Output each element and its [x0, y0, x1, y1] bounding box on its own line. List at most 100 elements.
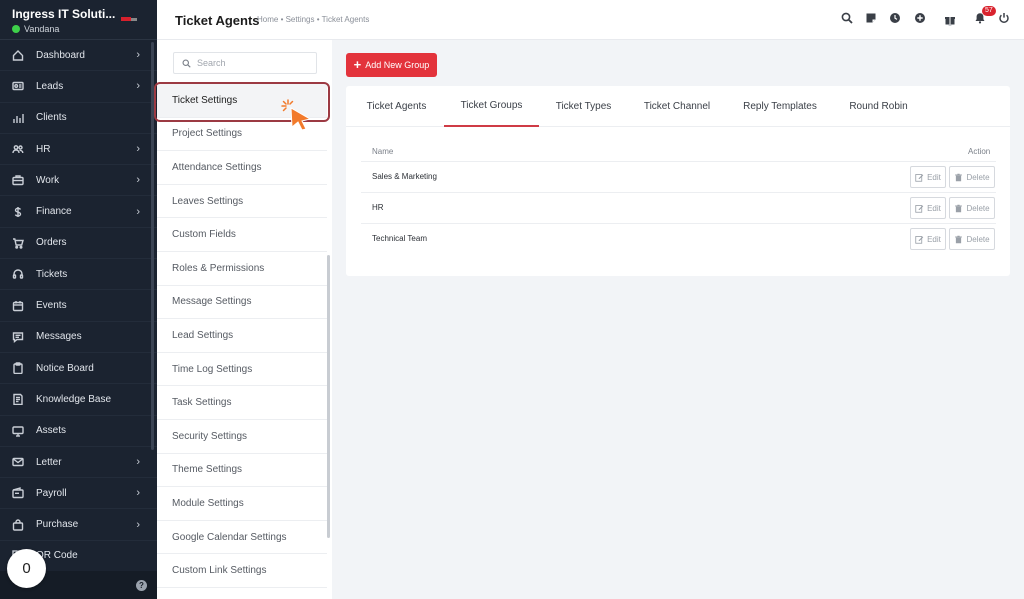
sidebar-item-hr[interactable]: HR ›	[0, 134, 157, 166]
user-name: Vandana	[24, 24, 60, 34]
edit-icon	[915, 204, 924, 213]
tab-ticket-channel[interactable]: Ticket Channel	[635, 86, 719, 127]
sidebar-item-payroll[interactable]: Payroll ›	[0, 478, 157, 510]
sidebar-item-label: Finance	[36, 206, 72, 218]
tab-round-robin[interactable]: Round Robin	[843, 86, 914, 127]
chevron-right-icon: ›	[136, 49, 140, 62]
help-icon[interactable]: ?	[136, 580, 147, 591]
chevron-right-icon: ›	[136, 456, 140, 468]
ticket-groups-card: Ticket Agents Ticket Groups Ticket Types…	[346, 86, 1010, 276]
delete-button[interactable]: Delete	[949, 166, 995, 188]
trash-icon	[955, 204, 963, 212]
add-new-group-label: Add New Group	[365, 60, 430, 70]
cursor-icon	[281, 99, 312, 131]
sidebar-item-label: Assets	[36, 425, 67, 437]
settings-search[interactable]	[173, 52, 317, 74]
flag-stripe	[131, 18, 137, 21]
monitor-icon	[11, 424, 25, 438]
sidebar-item-knowledge-base[interactable]: Knowledge Base	[0, 384, 157, 416]
delete-button[interactable]: Delete	[949, 228, 995, 250]
settings-menu-item-time-log-settings[interactable]: Time Log Settings	[157, 353, 327, 387]
search-icon[interactable]	[840, 11, 854, 25]
sidebar-item-work[interactable]: Work ›	[0, 165, 157, 197]
sidebar-item-purchase[interactable]: Purchase ›	[0, 509, 157, 541]
sidebar-item-label: Letter	[36, 456, 62, 468]
settings-tabs: Ticket Agents Ticket Groups Ticket Types…	[346, 86, 1010, 127]
delete-button[interactable]: Delete	[949, 197, 995, 219]
sticky-note-icon[interactable]	[864, 11, 878, 25]
edit-button[interactable]: Edit	[910, 197, 946, 219]
settings-menu-item-custom-fields[interactable]: Custom Fields	[157, 218, 327, 252]
sidebar-item-label: Clients	[36, 112, 67, 124]
chat-icon	[11, 330, 25, 344]
trash-icon	[955, 173, 963, 181]
sidebar-item-label: Orders	[36, 237, 67, 249]
tab-reply-templates[interactable]: Reply Templates	[734, 86, 826, 127]
add-circle-icon[interactable]	[913, 11, 927, 25]
sidebar-item-label: Tickets	[36, 268, 68, 280]
group-name: HR	[372, 203, 384, 212]
settings-menu-item-message-settings[interactable]: Message Settings	[157, 286, 327, 320]
sidebar-item-label: Leads	[36, 80, 64, 92]
bar-chart-icon	[11, 111, 25, 125]
sidebar-item-tickets[interactable]: Tickets	[0, 259, 157, 291]
settings-menu-item-lead-settings[interactable]: Lead Settings	[157, 319, 327, 353]
settings-menu-item-roles-permissions[interactable]: Roles & Permissions	[157, 252, 327, 286]
settings-menu-item-attendance-settings[interactable]: Attendance Settings	[157, 151, 327, 185]
gift-icon[interactable]	[943, 13, 957, 27]
settings-menu-item-security-settings[interactable]: Security Settings	[157, 420, 327, 454]
book-icon	[11, 392, 25, 406]
sidebar-item-messages[interactable]: Messages	[0, 322, 157, 353]
edit-button[interactable]: Edit	[910, 166, 946, 188]
settings-menu-item-task-settings[interactable]: Task Settings	[157, 386, 327, 420]
chevron-right-icon: ›	[136, 205, 140, 218]
sidebar-scrollbar[interactable]	[151, 42, 154, 450]
edit-button[interactable]: Edit	[910, 228, 946, 250]
tab-ticket-agents[interactable]: Ticket Agents	[356, 86, 437, 127]
settings-search-input[interactable]	[197, 58, 307, 68]
sidebar-item-notice-board[interactable]: Notice Board	[0, 353, 157, 385]
sidebar-item-letter[interactable]: Letter ›	[0, 447, 157, 479]
sidebar-item-label: Messages	[36, 331, 82, 343]
counter-bubble[interactable]: 0	[7, 549, 46, 588]
tab-ticket-types[interactable]: Ticket Types	[547, 86, 620, 127]
sidebar-item-finance[interactable]: Finance ›	[0, 196, 157, 228]
sidebar-item-leads[interactable]: Leads ›	[0, 71, 157, 103]
clock-icon[interactable]	[888, 11, 902, 25]
sidebar-item-events[interactable]: Events	[0, 290, 157, 322]
settings-menu-item-theme-settings[interactable]: Theme Settings	[157, 454, 327, 488]
table-row: HR Edit Delete	[361, 192, 996, 223]
settings-menu-item-google-calendar-settings[interactable]: Google Calendar Settings	[157, 521, 327, 555]
chevron-right-icon: ›	[136, 80, 140, 93]
power-icon[interactable]	[997, 11, 1011, 25]
tab-ticket-groups[interactable]: Ticket Groups	[444, 86, 539, 127]
breadcrumb: Home • Settings • Ticket Agents	[257, 15, 370, 24]
edit-icon	[915, 235, 924, 244]
column-header-name: Name	[372, 147, 394, 156]
column-header-action: Action	[968, 147, 991, 156]
sidebar-item-assets[interactable]: Assets	[0, 416, 157, 447]
calendar-icon	[11, 299, 25, 313]
home-icon	[11, 48, 25, 62]
flag-icon	[121, 17, 131, 21]
table-row: Sales & Marketing Edit Delete	[361, 161, 996, 192]
settings-menu-scrollbar[interactable]	[327, 255, 330, 538]
sidebar-header[interactable]: Ingress IT Soluti... Vandana	[0, 0, 157, 40]
settings-menu-list: Ticket Settings Project Settings Attendanc…	[157, 84, 327, 588]
sidebar-item-dashboard[interactable]: Dashboard ›	[0, 40, 157, 72]
sidebar-item-label: Events	[36, 300, 67, 312]
top-bar: Ticket Agents Home • Settings • Ticket A…	[157, 0, 1024, 40]
sidebar-item-orders[interactable]: Orders	[0, 228, 157, 260]
settings-menu-item-custom-link-settings[interactable]: Custom Link Settings	[157, 554, 327, 588]
settings-menu-item-leaves-settings[interactable]: Leaves Settings	[157, 185, 327, 219]
table-row: Technical Team Edit Delete	[361, 223, 996, 254]
settings-menu-item-module-settings[interactable]: Module Settings	[157, 487, 327, 521]
bag-icon	[11, 518, 25, 532]
sidebar-item-label: Dashboard	[36, 49, 85, 61]
chevron-right-icon: ›	[136, 518, 140, 531]
add-new-group-button[interactable]: + Add New Group	[346, 53, 437, 77]
trash-icon	[955, 235, 963, 243]
edit-icon	[915, 173, 924, 182]
sidebar-item-clients[interactable]: Clients	[0, 103, 157, 134]
sidebar-item-label: Payroll	[36, 487, 67, 499]
